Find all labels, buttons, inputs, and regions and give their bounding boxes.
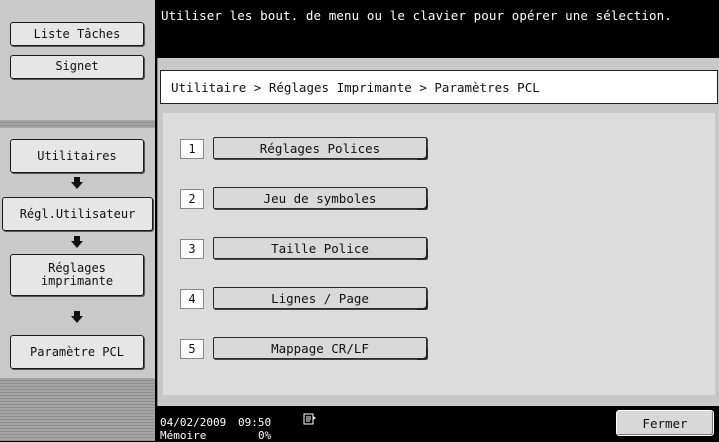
bookmark-button[interactable]: Signet: [10, 55, 144, 79]
option-mappage-cr-lf[interactable]: Mappage CR/LF: [213, 337, 428, 360]
nav-reglages-imprimante[interactable]: Réglages imprimante: [10, 254, 144, 296]
breadcrumb: Utilitaire > Réglages Imprimante > Param…: [160, 70, 718, 104]
option-label: Taille Police: [271, 240, 369, 256]
nav-utilitaires[interactable]: Utilitaires: [10, 139, 144, 173]
corner-mark-icon: [417, 349, 428, 360]
option-taille-police[interactable]: Taille Police: [213, 237, 428, 260]
option-reglages-polices[interactable]: Réglages Polices: [213, 137, 428, 160]
memory-label: Mémoire: [160, 429, 207, 442]
option-label: Réglages Polices: [259, 140, 381, 156]
arrow-down-icon: [71, 177, 83, 189]
option-number-3: 3: [180, 239, 204, 259]
corner-mark-icon: [417, 299, 428, 310]
option-number-1: 1: [180, 139, 204, 159]
option-label: Lignes / Page: [271, 290, 369, 306]
option-number-5: 5: [180, 339, 204, 359]
status-time: 09:50: [238, 416, 272, 429]
nav-regl-utilisateur[interactable]: Régl.Utilisateur: [2, 197, 153, 231]
memory-value: 0%: [258, 429, 272, 442]
option-label: Mappage CR/LF: [271, 340, 369, 356]
status-date: 04/02/2009: [160, 416, 227, 429]
arrow-down-icon: [71, 311, 83, 323]
close-button[interactable]: Fermer: [615, 409, 715, 437]
option-number-4: 4: [180, 289, 204, 309]
nav-parametre-pcl[interactable]: Paramètre PCL: [10, 335, 144, 369]
task-list-button[interactable]: Liste Tâches: [10, 22, 144, 46]
document-icon: [303, 413, 316, 425]
option-label: Jeu de symboles: [263, 190, 377, 206]
corner-mark-icon: [417, 199, 428, 210]
instruction-message: Utiliser les bout. de menu ou le clavier…: [155, 0, 719, 58]
option-number-2: 2: [180, 189, 204, 209]
option-lignes-page[interactable]: Lignes / Page: [213, 287, 428, 310]
arrow-down-icon: [71, 236, 83, 248]
option-jeu-de-symboles[interactable]: Jeu de symboles: [213, 187, 428, 210]
corner-mark-icon: [417, 249, 428, 260]
corner-mark-icon: [417, 149, 428, 160]
